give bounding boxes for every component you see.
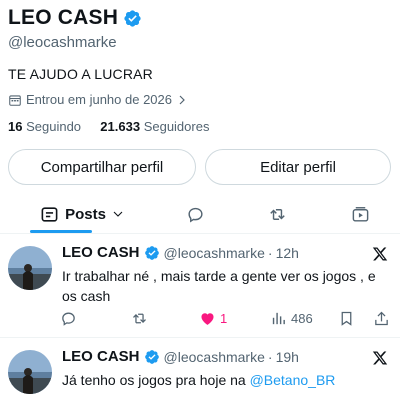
tweet-author-handle[interactable]: @leocashmarke: [164, 349, 265, 365]
repost-button[interactable]: [131, 308, 148, 328]
follow-stats: 16 Seguindo 21.633 Seguidores: [8, 119, 209, 134]
retweet-icon: [269, 208, 285, 220]
joined-text: Entrou em junho de 2026: [26, 92, 172, 107]
avatar-image: [8, 246, 52, 290]
followers-label[interactable]: Seguidores: [144, 119, 210, 134]
profile-tabs: Posts: [0, 196, 400, 234]
analytics-icon: [272, 312, 285, 324]
reply-icon: [62, 312, 75, 326]
tweet-actions: 1 486: [0, 308, 400, 328]
video-icon: [352, 206, 368, 222]
edit-profile-button[interactable]: Editar perfil: [205, 149, 391, 185]
view-count: 486: [291, 310, 313, 326]
chevron-right-icon: [179, 95, 185, 104]
tab-posts[interactable]: Posts: [32, 196, 132, 232]
tab-reposts[interactable]: [262, 196, 292, 232]
tweet-timestamp[interactable]: 19h: [276, 349, 299, 365]
speech-bubble-icon: [187, 207, 203, 223]
tab-videos[interactable]: [345, 196, 375, 232]
profile-bio: TE AJUDO A LUCRAR: [8, 66, 153, 82]
reply-button[interactable]: [60, 308, 77, 328]
tweet[interactable]: LEO CASH @leocashmarke · 12h Ir trabalha…: [0, 236, 400, 338]
tab-posts-label: Posts: [65, 205, 106, 223]
like-count: 1: [220, 310, 228, 326]
separator-dot: ·: [267, 348, 273, 365]
bookmark-button[interactable]: [338, 308, 355, 328]
verified-badge-icon[interactable]: [144, 245, 160, 261]
tweet-header: LEO CASH @leocashmarke · 12h: [62, 244, 299, 261]
like-button[interactable]: 1: [199, 308, 227, 328]
avatar-image: [8, 350, 52, 394]
list-icon: [41, 206, 58, 222]
avatar[interactable]: [8, 350, 52, 394]
profile-display-name: LEO CASH: [8, 6, 119, 29]
share-button[interactable]: [373, 308, 390, 328]
followers-count[interactable]: 21.633: [100, 119, 140, 134]
tweet[interactable]: LEO CASH @leocashmarke · 19h Já tenho os…: [0, 338, 400, 400]
heart-filled-icon: [201, 312, 214, 325]
tweet-author-name[interactable]: LEO CASH: [62, 348, 140, 365]
tweet-text: Ir trabalhar né , mais tarde a gente ver…: [62, 268, 376, 304]
tweet-text: Já tenho os jogos pra hoje na @Betano_BR: [62, 370, 392, 390]
tweet-timestamp[interactable]: 12h: [276, 245, 299, 261]
following-count[interactable]: 16: [8, 119, 22, 134]
tab-replies[interactable]: [180, 196, 210, 232]
mention-link[interactable]: @Betano_BR: [250, 372, 336, 388]
tweet-author-handle[interactable]: @leocashmarke: [164, 245, 265, 261]
profile-handle: @leocashmarke: [8, 34, 117, 51]
avatar[interactable]: [8, 246, 52, 290]
calendar-icon: [9, 94, 21, 106]
bookmark-icon: [341, 311, 352, 326]
verified-badge-icon[interactable]: [123, 9, 142, 28]
views-button[interactable]: 486: [270, 308, 313, 328]
active-tab-indicator: [30, 230, 92, 233]
verified-badge-icon[interactable]: [144, 349, 160, 365]
share-profile-button[interactable]: Compartilhar perfil: [8, 149, 196, 185]
separator-dot: ·: [267, 244, 273, 261]
retweet-icon: [133, 313, 146, 323]
chevron-down-icon: [113, 211, 123, 217]
profile-name-row: LEO CASH: [8, 6, 142, 30]
x-logo-icon: [372, 351, 388, 365]
tweet-text-body: Já tenho os jogos pra hoje na: [62, 372, 250, 388]
following-label[interactable]: Seguindo: [26, 119, 81, 134]
tweet-header: LEO CASH @leocashmarke · 19h: [62, 348, 299, 365]
tweet-author-name[interactable]: LEO CASH: [62, 244, 140, 261]
x-logo-icon: [372, 247, 388, 261]
profile-joined-date[interactable]: Entrou em junho de 2026: [8, 92, 192, 107]
share-icon: [375, 311, 388, 325]
